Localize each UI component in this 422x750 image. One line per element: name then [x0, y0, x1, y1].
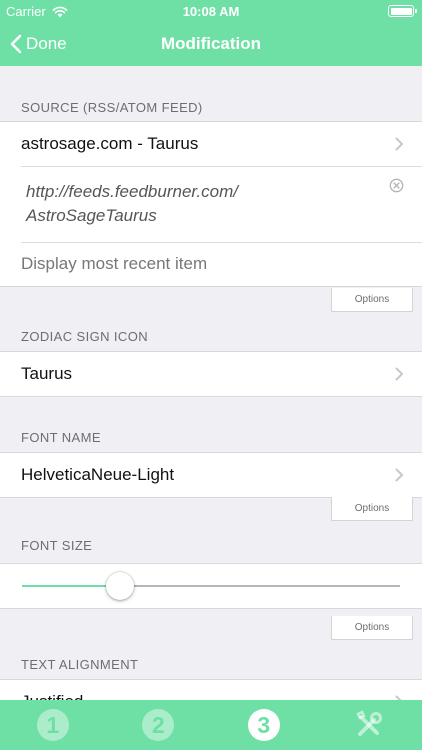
status-bar: Carrier 10:08 AM [0, 0, 422, 22]
tab-tools[interactable] [317, 700, 422, 750]
tab-bar: 1 2 3 [0, 700, 422, 750]
feed-url-line2: AstroSageTaurus [26, 206, 157, 225]
font-size-cell [0, 564, 422, 608]
font-name-group: HelveticaNeue-Light [0, 452, 422, 498]
settings-list[interactable]: SOURCE (RSS/ATOM FEED) astrosage.com - T… [0, 66, 422, 700]
text-alignment-group: Justified [0, 679, 422, 700]
feed-url-text: http://feeds.feedburner.com/ AstroSageTa… [26, 180, 238, 228]
feed-url-line1: http://feeds.feedburner.com/ [26, 182, 238, 201]
step-3-icon: 3 [247, 709, 280, 741]
display-mode-cell[interactable]: Display most recent item [0, 242, 422, 286]
chevron-right-icon [395, 367, 403, 381]
section-header-zodiac: ZODIAC SIGN ICON [21, 329, 149, 344]
section-header-font-name: FONT NAME [21, 430, 101, 445]
zodiac-label: Taurus [21, 364, 73, 383]
font-size-slider[interactable] [22, 572, 400, 600]
feed-name-label: astrosage.com - Taurus [21, 134, 199, 153]
display-mode-label: Display most recent item [21, 254, 208, 273]
page-title: Modification [160, 34, 262, 53]
section-header-source: SOURCE (RSS/ATOM FEED) [21, 100, 203, 115]
battery-icon [388, 5, 417, 17]
font-name-options-button[interactable]: Options [331, 497, 413, 521]
clear-icon[interactable] [389, 178, 404, 193]
zodiac-group: Taurus [0, 351, 422, 397]
status-time: 10:08 AM [182, 4, 240, 19]
font-name-label: HelveticaNeue-Light [21, 465, 175, 484]
font-size-group [0, 563, 422, 609]
section-header-text-alignment: TEXT ALIGNMENT [21, 657, 139, 672]
source-group: astrosage.com - Taurus http://feeds.feed… [0, 121, 422, 287]
tools-icon [356, 710, 383, 736]
chevron-right-icon [395, 137, 403, 151]
step-2-icon: 2 [142, 709, 175, 741]
step-1-icon: 1 [36, 709, 69, 741]
source-options-button[interactable]: Options [331, 288, 413, 312]
feed-url-field[interactable]: http://feeds.feedburner.com/ AstroSageTa… [0, 166, 422, 242]
font-size-options-button[interactable]: Options [331, 616, 413, 640]
tab-step-3[interactable]: 3 [211, 700, 317, 750]
zodiac-cell[interactable]: Taurus [0, 352, 422, 396]
feed-name-cell[interactable]: astrosage.com - Taurus [0, 122, 422, 166]
section-header-font-size: FONT SIZE [21, 538, 93, 553]
text-alignment-label: Justified [21, 692, 83, 700]
tab-step-1[interactable]: 1 [0, 700, 106, 750]
tab-step-2[interactable]: 2 [106, 700, 212, 750]
slider-thumb[interactable] [106, 572, 135, 600]
chevron-right-icon [395, 468, 403, 482]
text-alignment-cell[interactable]: Justified [0, 680, 422, 700]
nav-bar: Done Modification [0, 22, 422, 66]
font-name-cell[interactable]: HelveticaNeue-Light [0, 453, 422, 497]
slider-track [120, 585, 400, 587]
